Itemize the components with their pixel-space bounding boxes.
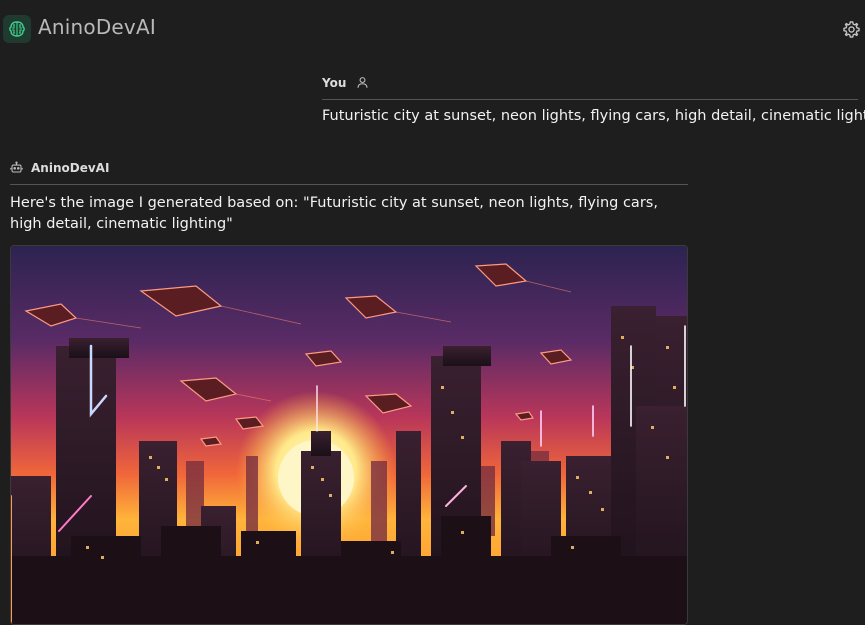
brain-chip-icon[interactable] (3, 15, 31, 43)
gear-icon[interactable] (841, 19, 861, 39)
app-title: AninoDevAI (38, 15, 156, 39)
generated-image[interactable] (10, 245, 688, 625)
assistant-message-text: Here's the image I generated based on: "… (10, 195, 658, 232)
app-header: AninoDevAI (0, 0, 865, 58)
user-message: You Futuristic city at sunset, neon ligh… (322, 72, 865, 124)
user-message-header: You (322, 72, 858, 94)
user-divider (322, 99, 858, 100)
generated-city-artwork (11, 246, 687, 624)
robot-icon (10, 159, 23, 178)
assistant-message: AninoDevAI Here's the image I generated … (10, 157, 688, 235)
assistant-author-label: AninoDevAI (31, 161, 110, 175)
user-author-label: You (322, 76, 347, 90)
assistant-divider (10, 184, 688, 185)
user-icon (356, 74, 369, 93)
user-message-text: Futuristic city at sunset, neon lights, … (322, 108, 865, 124)
assistant-message-header: AninoDevAI (10, 157, 688, 179)
